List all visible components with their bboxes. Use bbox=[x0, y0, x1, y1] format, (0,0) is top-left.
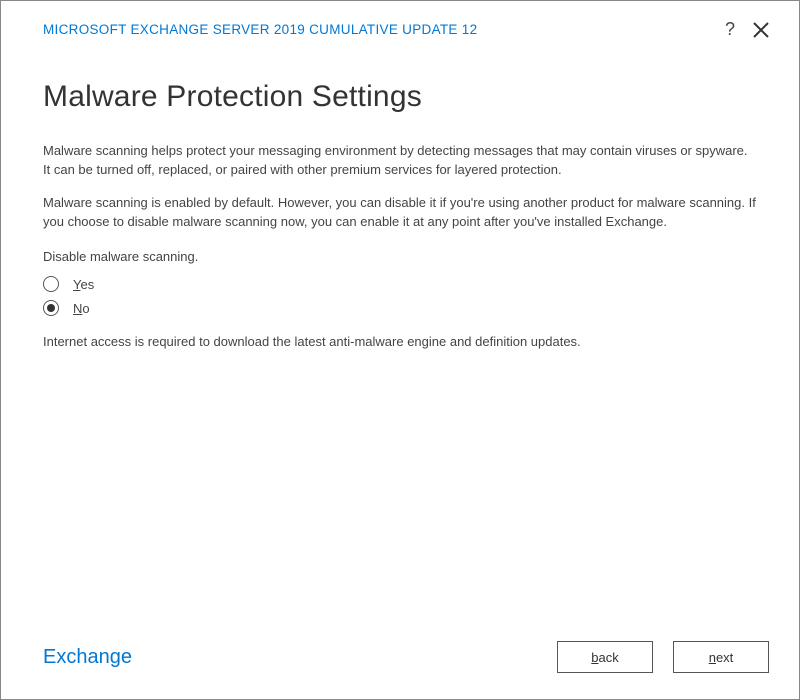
close-icon[interactable] bbox=[753, 22, 769, 38]
header: MICROSOFT EXCHANGE SERVER 2019 CUMULATIV… bbox=[1, 1, 799, 40]
radio-circle-no bbox=[43, 300, 59, 316]
header-title: MICROSOFT EXCHANGE SERVER 2019 CUMULATIV… bbox=[43, 22, 477, 37]
brand-label: Exchange bbox=[43, 646, 132, 669]
installer-window: MICROSOFT EXCHANGE SERVER 2019 CUMULATIV… bbox=[0, 0, 800, 700]
radio-circle-yes bbox=[43, 276, 59, 292]
help-icon[interactable]: ? bbox=[725, 19, 735, 40]
radio-group-disable-malware: Yes No bbox=[43, 276, 757, 316]
next-button[interactable]: next bbox=[673, 641, 769, 673]
header-actions: ? bbox=[725, 19, 769, 40]
page-title: Malware Protection Settings bbox=[43, 80, 757, 114]
back-button[interactable]: back bbox=[557, 641, 653, 673]
disable-question: Disable malware scanning. bbox=[43, 249, 757, 264]
footer: Exchange back next bbox=[1, 641, 799, 699]
content-area: Malware Protection Settings Malware scan… bbox=[1, 40, 799, 641]
internet-note: Internet access is required to download … bbox=[43, 334, 757, 349]
radio-option-no[interactable]: No bbox=[43, 300, 757, 316]
radio-label-yes: Yes bbox=[73, 277, 94, 292]
radio-label-no: No bbox=[73, 301, 90, 316]
description-paragraph-2: Malware scanning is enabled by default. … bbox=[43, 194, 757, 232]
footer-buttons: back next bbox=[557, 641, 769, 673]
description-paragraph-1: Malware scanning helps protect your mess… bbox=[43, 142, 757, 180]
radio-option-yes[interactable]: Yes bbox=[43, 276, 757, 292]
